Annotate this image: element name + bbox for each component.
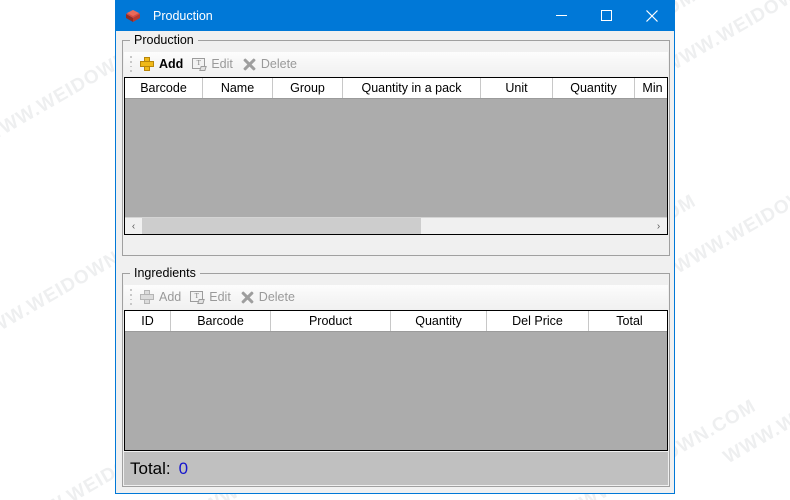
ingredients-total-bar: Total: 0	[124, 452, 668, 485]
production-delete-button[interactable]: Delete	[239, 53, 301, 75]
production-group: Production Add T Edit	[122, 40, 670, 256]
production-delete-label: Delete	[261, 57, 297, 71]
total-label: Total:	[130, 459, 171, 479]
scroll-left-arrow-icon[interactable]: ‹	[125, 218, 142, 234]
scroll-right-arrow-icon[interactable]: ›	[650, 218, 667, 234]
ingredients-grid-header: IDBarcodeProductQuantityDel PriceTotal	[125, 311, 667, 332]
delete-x-icon	[239, 289, 255, 305]
production-column-header[interactable]: Min	[635, 78, 668, 98]
production-edit-label: Edit	[211, 57, 233, 71]
watermark-text: WWW.WEIDOWN.COM	[670, 151, 790, 279]
production-column-header[interactable]: Quantity	[553, 78, 635, 98]
production-horizontal-scrollbar[interactable]: ‹ ›	[125, 217, 667, 234]
ingredients-delete-label: Delete	[259, 290, 295, 304]
ingredients-column-header[interactable]: Total	[589, 311, 668, 331]
minimize-icon	[556, 10, 567, 21]
close-button[interactable]	[629, 0, 674, 31]
production-grid-header: BarcodeNameGroupQuantity in a packUnitQu…	[125, 78, 667, 99]
ingredients-column-header[interactable]: ID	[125, 311, 171, 331]
page-root: WWW.WEIDOWN.COM WWW.WEIDOWN.COM WWW.WEIDOW…	[0, 0, 790, 500]
ingredients-grid[interactable]: IDBarcodeProductQuantityDel PriceTotal	[124, 310, 668, 451]
production-add-button[interactable]: Add	[137, 53, 187, 75]
ingredients-column-header[interactable]: Del Price	[487, 311, 589, 331]
plus-icon	[139, 289, 155, 305]
scrollbar-thumb[interactable]	[142, 218, 421, 234]
plus-icon	[139, 56, 155, 72]
ingredients-add-button[interactable]: Add	[137, 286, 185, 308]
total-value: 0	[179, 459, 188, 479]
ingredients-group: Ingredients Add T Edit	[122, 273, 670, 487]
production-grid-body[interactable]	[125, 99, 667, 217]
production-column-header[interactable]: Name	[203, 78, 273, 98]
ingredients-column-header[interactable]: Product	[271, 311, 391, 331]
toolbar-grip[interactable]	[127, 289, 135, 305]
close-icon	[646, 10, 658, 22]
production-column-header[interactable]: Barcode	[125, 78, 203, 98]
ingredients-delete-button[interactable]: Delete	[237, 286, 299, 308]
ingredients-edit-button[interactable]: T Edit	[187, 286, 235, 308]
production-column-header[interactable]: Unit	[481, 78, 553, 98]
application-window: Production Production	[115, 0, 675, 494]
production-box-icon	[124, 7, 142, 25]
production-column-header[interactable]: Quantity in a pack	[343, 78, 481, 98]
production-edit-button[interactable]: T Edit	[189, 53, 237, 75]
window-title: Production	[153, 9, 213, 23]
ingredients-add-label: Add	[159, 290, 181, 304]
maximize-button[interactable]	[584, 0, 629, 31]
scrollbar-track[interactable]	[142, 218, 650, 234]
toolbar-grip[interactable]	[127, 56, 135, 72]
title-bar[interactable]: Production	[116, 0, 674, 31]
production-add-label: Add	[159, 57, 183, 71]
ingredients-group-label: Ingredients	[130, 266, 200, 280]
edit-note-icon: T	[191, 56, 207, 72]
production-column-header[interactable]: Group	[273, 78, 343, 98]
delete-x-icon	[241, 56, 257, 72]
ingredients-column-header[interactable]: Quantity	[391, 311, 487, 331]
production-toolbar: Add T Edit Delete	[124, 52, 668, 76]
ingredients-column-header[interactable]: Barcode	[171, 311, 271, 331]
production-grid[interactable]: BarcodeNameGroupQuantity in a packUnitQu…	[124, 77, 668, 235]
watermark-text: WWW.WEIDOWN.COM	[720, 341, 790, 469]
ingredients-grid-body[interactable]	[125, 332, 667, 450]
edit-note-icon: T	[189, 289, 205, 305]
watermark-text: WWW.WEIDOWN.COM	[660, 0, 790, 79]
production-group-label: Production	[130, 33, 198, 47]
ingredients-edit-label: Edit	[209, 290, 231, 304]
maximize-icon	[601, 10, 612, 21]
minimize-button[interactable]	[539, 0, 584, 31]
ingredients-toolbar: Add T Edit Delete	[124, 285, 668, 309]
